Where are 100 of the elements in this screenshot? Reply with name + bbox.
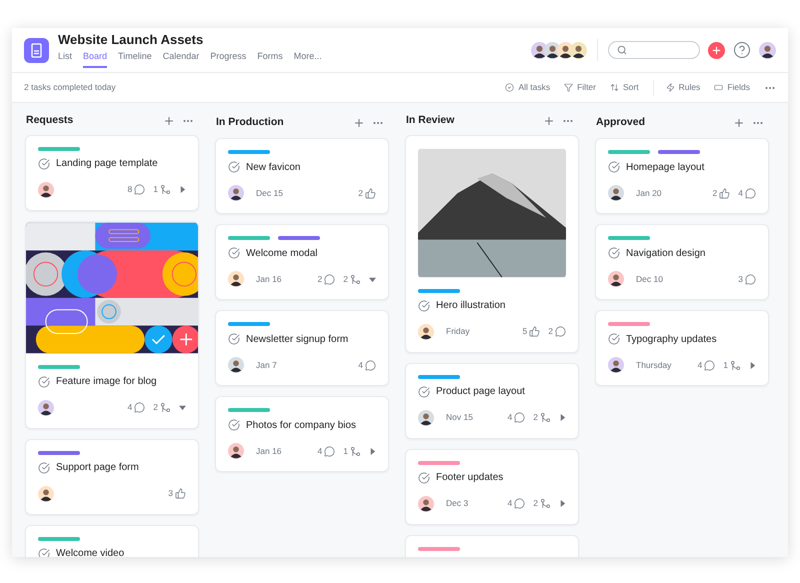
task-card[interactable]: New favicon Dec 15 2 <box>215 138 389 214</box>
task-card[interactable]: Product page layout Nov 15 4 2 <box>405 362 579 439</box>
task-title: Landing page template <box>56 157 158 172</box>
plus-icon[interactable] <box>163 114 175 127</box>
toolbar-button[interactable]: Rules <box>666 81 700 94</box>
subtask-icon <box>540 498 551 510</box>
due-date: Jan 7 <box>256 358 277 372</box>
caret-icon[interactable] <box>369 448 376 454</box>
sort-icon <box>610 83 619 92</box>
comment-icon <box>365 360 376 370</box>
toolbar-button[interactable]: All tasks <box>505 81 550 94</box>
count-label: 1 <box>343 444 348 458</box>
check-circle-icon[interactable] <box>608 161 620 173</box>
caret-icon[interactable] <box>749 362 756 368</box>
avatar-icon <box>570 42 587 58</box>
due-date: Thursday <box>636 358 672 372</box>
task-title: Footer updates <box>436 471 504 486</box>
caret-icon[interactable] <box>559 414 566 422</box>
search-icon <box>617 45 627 55</box>
task-title: Support page form <box>56 461 139 476</box>
plus-icon[interactable] <box>733 116 745 128</box>
check-circle-icon[interactable] <box>228 161 240 173</box>
filter-icon <box>564 83 574 92</box>
check-circle-icon[interactable] <box>38 462 50 474</box>
view-tab[interactable]: Timeline <box>118 50 152 68</box>
task-card[interactable]: Newsletter signup form Jan 7 4 <box>215 310 389 386</box>
count-label: 4 <box>698 358 702 372</box>
count-label: 2 <box>548 325 553 338</box>
task-card[interactable]: Welcome video <box>25 524 199 557</box>
caret-icon[interactable] <box>179 404 186 412</box>
comment-icon <box>134 184 146 196</box>
count-label: 4 <box>738 186 743 200</box>
check-circle-icon[interactable] <box>38 376 50 388</box>
task-title: New favicon <box>246 160 300 174</box>
count-label: 4 <box>358 358 363 372</box>
view-tab[interactable]: Board <box>83 50 108 68</box>
avatar-icon <box>418 324 434 340</box>
project-icon[interactable] <box>24 38 49 62</box>
task-card[interactable]: Hero illustration Friday 5 2 <box>405 134 579 353</box>
check-circle-icon[interactable] <box>38 158 50 170</box>
caret-icon[interactable] <box>369 276 376 282</box>
column-title: Requests <box>26 113 74 128</box>
count-label: 5 <box>522 325 528 338</box>
avatar-icon <box>228 443 244 459</box>
view-tab[interactable]: Calendar <box>162 50 200 68</box>
count-label: 2 <box>712 186 718 200</box>
add-button[interactable] <box>708 42 725 58</box>
check-circle-icon[interactable] <box>608 247 620 259</box>
count-label: 2 <box>533 411 538 424</box>
check-circle-icon[interactable] <box>228 333 240 345</box>
view-tab[interactable]: More... <box>294 50 322 68</box>
check-circle-icon[interactable] <box>418 472 430 484</box>
column-title: In Production <box>216 114 284 130</box>
view-tab[interactable]: Forms <box>257 50 283 68</box>
toolbar-button[interactable]: Fields <box>714 81 750 94</box>
due-date: Jan 16 <box>256 272 282 286</box>
toolbar-button[interactable]: Sort <box>610 81 639 94</box>
count-label: 2 <box>318 272 322 286</box>
task-card[interactable]: Support page form 3 <box>25 438 199 515</box>
comment-icon <box>514 412 526 424</box>
plus-icon[interactable] <box>543 114 555 127</box>
avatar-icon <box>608 357 624 373</box>
check-circle-icon[interactable] <box>418 300 430 312</box>
avatar-icon <box>228 357 244 373</box>
task-card[interactable]: Typography updates Thursday 4 1 <box>595 310 769 386</box>
plus-icon[interactable] <box>353 116 365 128</box>
check-circle-icon[interactable] <box>418 386 430 398</box>
task-title: Homepage layout <box>626 160 704 174</box>
count-label: 4 <box>508 411 512 424</box>
toolbar-button[interactable]: Filter <box>564 81 596 94</box>
avatar-icon <box>228 185 244 201</box>
due-date: Nov 15 <box>446 411 473 424</box>
task-card[interactable]: Navigation design Dec 10 3 <box>595 224 769 300</box>
plus-icon <box>711 44 722 56</box>
subtask-icon <box>160 184 171 196</box>
view-tab[interactable]: List <box>58 50 72 68</box>
due-date: Jan 20 <box>636 186 662 200</box>
search-field[interactable] <box>608 41 700 59</box>
task-title: Feature image for blog <box>56 375 157 390</box>
member-avatars[interactable] <box>531 42 587 58</box>
check-circle-icon[interactable] <box>228 419 240 431</box>
check-circle-icon[interactable] <box>608 333 620 345</box>
due-date: Jan 16 <box>256 444 282 458</box>
view-tab[interactable]: Progress <box>210 50 246 68</box>
due-date: Dec 3 <box>446 497 468 510</box>
help-icon[interactable] <box>733 41 751 59</box>
task-card[interactable]: Footer updates Dec 3 4 2 <box>405 448 579 525</box>
check-circle-icon[interactable] <box>38 548 50 557</box>
caret-icon[interactable] <box>179 186 186 194</box>
task-card[interactable]: Homepage layout Jan 20 2 4 <box>595 138 769 214</box>
task-card[interactable]: Landing page template 8 1 <box>25 134 199 211</box>
caret-icon[interactable] <box>559 500 566 508</box>
check-circle-icon[interactable] <box>228 247 240 259</box>
status-text: 2 tasks completed today <box>24 81 116 94</box>
task-title: Navigation design <box>626 246 706 260</box>
task-title: Photos for company bios <box>246 418 356 432</box>
task-card[interactable]: Feature image for blog 4 2 <box>25 220 199 429</box>
thumbs-up-icon <box>365 188 376 198</box>
task-card[interactable]: Photos for company bios Jan 16 4 1 <box>215 396 389 472</box>
task-card[interactable]: Welcome modal Jan 16 2 2 <box>215 224 389 300</box>
